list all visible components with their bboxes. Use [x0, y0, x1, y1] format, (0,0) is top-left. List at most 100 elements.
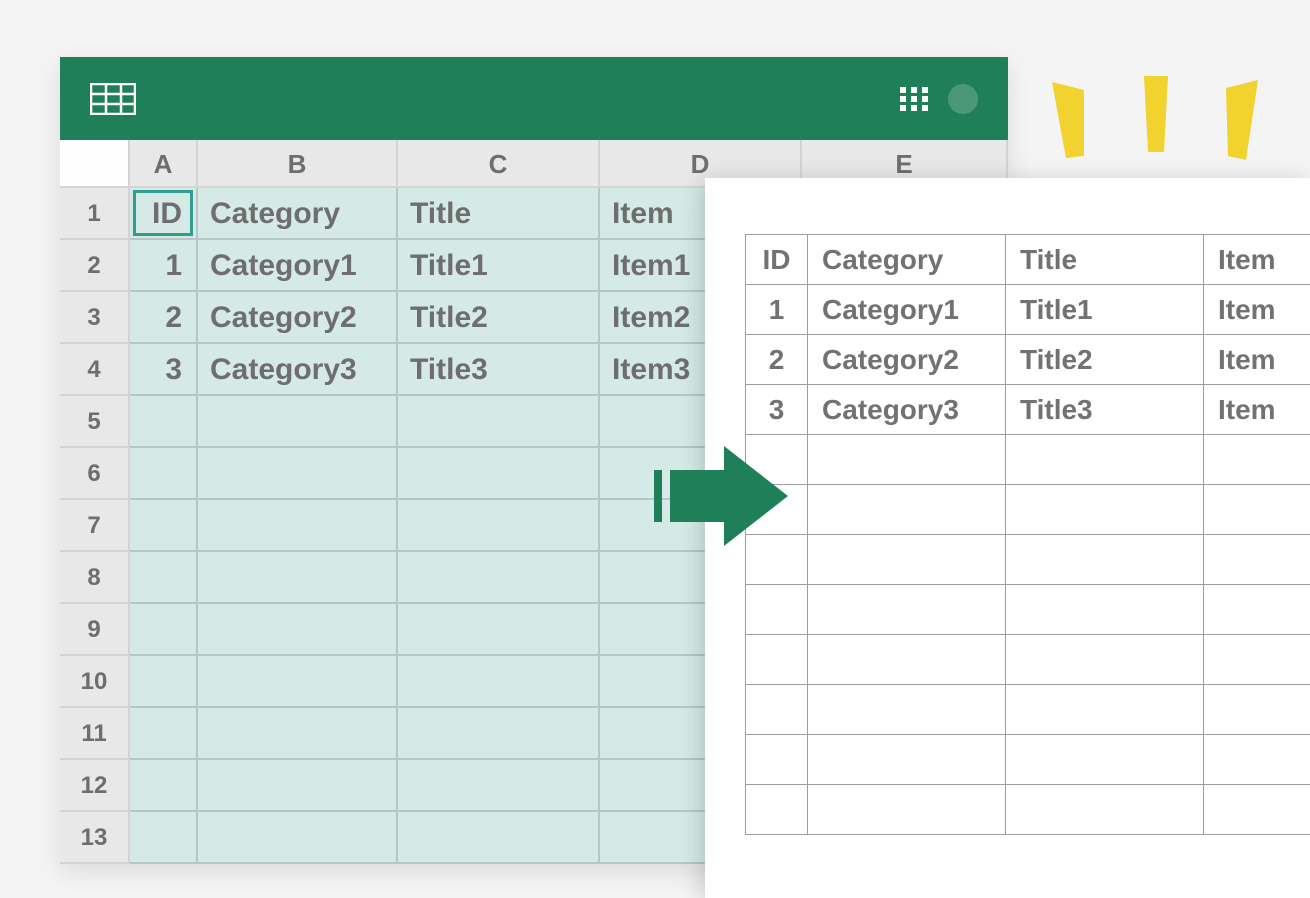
th-title: Title	[1006, 235, 1204, 285]
th-category: Category	[808, 235, 1006, 285]
cell[interactable]	[398, 708, 600, 760]
td	[1204, 735, 1310, 785]
table-header-row: ID Category Title Item	[746, 235, 1310, 285]
td	[808, 685, 1006, 735]
cell[interactable]	[198, 760, 398, 812]
td	[1204, 435, 1310, 485]
cell[interactable]	[130, 760, 198, 812]
account-avatar-icon[interactable]	[948, 84, 978, 114]
td	[1006, 585, 1204, 635]
cell[interactable]	[398, 396, 600, 448]
row-number[interactable]: 9	[60, 604, 130, 656]
cell-c1[interactable]: Title	[398, 188, 600, 240]
row-number[interactable]: 11	[60, 708, 130, 760]
cell[interactable]	[198, 500, 398, 552]
td	[808, 585, 1006, 635]
row-number[interactable]: 12	[60, 760, 130, 812]
cell-b1[interactable]: Category	[198, 188, 398, 240]
td	[808, 535, 1006, 585]
select-all-corner[interactable]	[60, 140, 130, 188]
cell[interactable]	[130, 396, 198, 448]
titlebar-actions	[900, 84, 978, 114]
row-number[interactable]: 13	[60, 812, 130, 864]
cell[interactable]	[398, 812, 600, 864]
cell[interactable]: 2	[130, 292, 198, 344]
cell[interactable]	[398, 448, 600, 500]
table-row	[746, 435, 1310, 485]
row-number[interactable]: 8	[60, 552, 130, 604]
td-category: Category2	[808, 335, 1006, 385]
cell[interactable]: 1	[130, 240, 198, 292]
grid-icon[interactable]	[900, 87, 928, 111]
cell[interactable]: Category3	[198, 344, 398, 396]
cell[interactable]	[198, 604, 398, 656]
cell[interactable]	[198, 396, 398, 448]
row-number[interactable]: 1	[60, 188, 130, 240]
table-row	[746, 685, 1310, 735]
cell[interactable]: Title2	[398, 292, 600, 344]
cell[interactable]	[398, 656, 600, 708]
td-title: Title3	[1006, 385, 1204, 435]
td	[1204, 535, 1310, 585]
td-category: Category3	[808, 385, 1006, 435]
cell[interactable]	[198, 812, 398, 864]
cell-a1[interactable]: ID	[130, 188, 198, 240]
table-icon	[90, 83, 136, 115]
cell[interactable]	[198, 708, 398, 760]
td	[746, 585, 808, 635]
cell[interactable]	[398, 604, 600, 656]
cell[interactable]	[130, 812, 198, 864]
td	[746, 435, 808, 485]
td-id: 3	[746, 385, 808, 435]
th-item: Item	[1204, 235, 1310, 285]
td	[808, 485, 1006, 535]
row-number[interactable]: 7	[60, 500, 130, 552]
cell[interactable]	[398, 500, 600, 552]
cell[interactable]	[130, 656, 198, 708]
td	[746, 735, 808, 785]
cell[interactable]	[130, 448, 198, 500]
cell[interactable]: Category1	[198, 240, 398, 292]
table-row: 3 Category3 Title3 Item	[746, 385, 1310, 435]
row-number[interactable]: 2	[60, 240, 130, 292]
td	[746, 485, 808, 535]
table-row: 2 Category2 Title2 Item	[746, 335, 1310, 385]
td-item: Item	[1204, 335, 1310, 385]
row-number[interactable]: 4	[60, 344, 130, 396]
td	[746, 635, 808, 685]
cell[interactable]	[398, 552, 600, 604]
cell[interactable]	[130, 708, 198, 760]
td-title: Title1	[1006, 285, 1204, 335]
cell[interactable]: Category2	[198, 292, 398, 344]
row-number[interactable]: 6	[60, 448, 130, 500]
cell[interactable]: 3	[130, 344, 198, 396]
td	[808, 785, 1006, 835]
cell[interactable]	[198, 656, 398, 708]
cell[interactable]	[130, 500, 198, 552]
td	[1204, 685, 1310, 735]
cell[interactable]	[198, 552, 398, 604]
td	[1006, 735, 1204, 785]
td	[1006, 635, 1204, 685]
column-header-a[interactable]: A	[130, 140, 198, 188]
cell[interactable]: Title1	[398, 240, 600, 292]
table-row	[746, 735, 1310, 785]
cell[interactable]: Title3	[398, 344, 600, 396]
table-row	[746, 585, 1310, 635]
td-id: 2	[746, 335, 808, 385]
row-number[interactable]: 10	[60, 656, 130, 708]
table-row	[746, 635, 1310, 685]
column-header-c[interactable]: C	[398, 140, 600, 188]
td	[746, 785, 808, 835]
sparkle-icon	[1040, 76, 1270, 186]
td	[1006, 785, 1204, 835]
table-row	[746, 785, 1310, 835]
cell[interactable]	[198, 448, 398, 500]
column-header-b[interactable]: B	[198, 140, 398, 188]
cell[interactable]	[130, 552, 198, 604]
row-number[interactable]: 3	[60, 292, 130, 344]
td-title: Title2	[1006, 335, 1204, 385]
cell[interactable]	[130, 604, 198, 656]
row-number[interactable]: 5	[60, 396, 130, 448]
cell[interactable]	[398, 760, 600, 812]
